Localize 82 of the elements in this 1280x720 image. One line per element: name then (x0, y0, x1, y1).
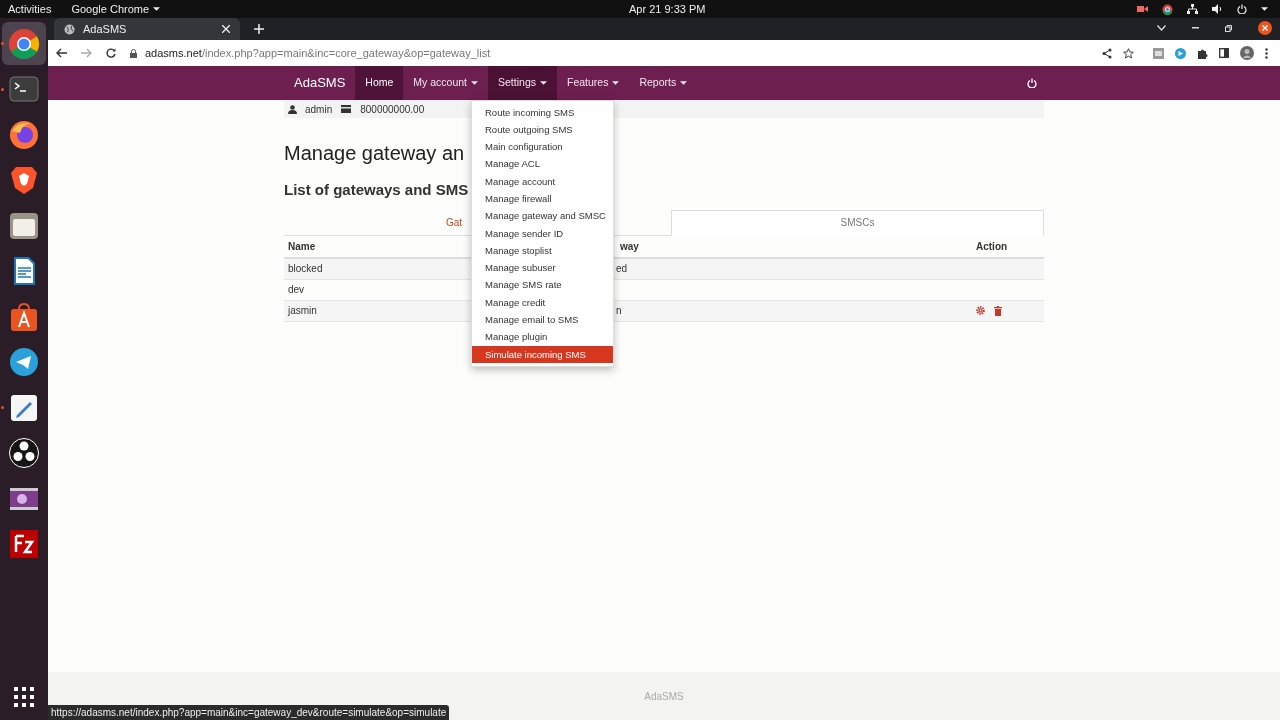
chrome-icon[interactable] (1162, 3, 1173, 15)
firefox-icon[interactable] (8, 118, 40, 151)
minimize-icon[interactable] (1192, 27, 1199, 29)
nav-item[interactable]: Settings (488, 66, 557, 100)
lock-icon (130, 48, 137, 58)
table-cell-text: dev (288, 283, 305, 297)
card-icon (341, 105, 352, 113)
column-header: Name (288, 239, 316, 254)
table-cell-text: ed (616, 262, 628, 276)
menu-item[interactable]: Manage stoplist (472, 242, 613, 260)
app-menu[interactable]: Google Chrome (71, 0, 161, 18)
menu-item[interactable]: Manage ACL (472, 155, 613, 174)
caret-icon (471, 81, 479, 85)
puzzle-icon[interactable] (1197, 47, 1208, 59)
extension-icon[interactable] (1153, 47, 1164, 59)
caret-icon (540, 81, 547, 85)
new-tab-icon[interactable] (254, 24, 264, 34)
avatar-icon[interactable] (1240, 46, 1254, 60)
filezilla-icon[interactable] (8, 528, 40, 560)
back-icon[interactable] (56, 48, 67, 58)
chevron-down-icon[interactable] (1157, 25, 1166, 31)
tab-title[interactable]: AdaSMS (83, 20, 127, 38)
app-grid-icon[interactable] (14, 687, 34, 707)
reload-icon[interactable] (106, 48, 116, 58)
page-title: Manage gateway an (284, 141, 465, 166)
menu-item[interactable]: Route incoming SMS (472, 104, 613, 122)
share-icon[interactable] (1102, 47, 1112, 59)
close-icon[interactable] (222, 25, 230, 33)
credit-balance: 800000000.00 (360, 102, 425, 117)
shopping-bag-icon[interactable] (8, 300, 40, 333)
user-icon (288, 104, 297, 114)
obs-icon[interactable] (8, 437, 40, 469)
extension-icon[interactable] (1175, 47, 1186, 59)
menu-item[interactable]: Manage credit (472, 294, 613, 312)
menu-item[interactable]: Manage subuser (472, 259, 613, 277)
paper-plane-icon[interactable] (8, 346, 40, 378)
menu-icon[interactable] (1265, 47, 1268, 59)
menu-item[interactable]: Manage firewall (472, 190, 613, 208)
caret-icon (612, 81, 620, 85)
table-cell-text: blocked (288, 262, 323, 276)
tab[interactable]: SMSCs (671, 209, 1044, 236)
menu-item[interactable]: Manage account (472, 173, 613, 191)
menu-item[interactable]: Simulate incoming SMS (472, 346, 613, 364)
nav-item[interactable]: Home (355, 66, 404, 100)
lion-icon[interactable] (8, 164, 40, 196)
camera-icon[interactable] (1137, 5, 1148, 13)
volume-icon[interactable] (1212, 4, 1223, 14)
section-title: List of gateways and SMS (284, 180, 469, 200)
star-icon[interactable] (1123, 47, 1134, 59)
network-icon[interactable] (1187, 4, 1198, 14)
nav-item[interactable]: My account (403, 66, 489, 100)
table-cell-text: jasmin (288, 304, 317, 318)
brand-link[interactable]: AdaSMS (284, 66, 356, 100)
column-header: Action (976, 239, 1008, 254)
power-icon[interactable] (1237, 4, 1247, 14)
clock[interactable]: Apr 21 9:33 PM (629, 0, 706, 18)
terminal-icon[interactable] (8, 73, 40, 105)
menu-item[interactable]: Manage plugin (472, 328, 613, 347)
menu-item[interactable]: Manage email to SMS (472, 311, 613, 329)
status-url: https://adasms.net/index.php?app=main&inc=gateway_dev&route=simulate&op=simulate (48, 705, 450, 720)
column-header: way (620, 239, 639, 254)
restore-icon[interactable] (1225, 24, 1232, 32)
menu-item[interactable]: Manage sender ID (472, 225, 613, 243)
trash-icon[interactable] (994, 305, 1002, 316)
caret-icon (153, 7, 161, 11)
gear-icon[interactable] (976, 306, 985, 315)
caret-icon (680, 81, 688, 85)
close-icon[interactable] (1258, 21, 1272, 35)
footer-text: AdaSMS (644, 689, 684, 704)
menu-item[interactable]: Main configuration (472, 138, 613, 156)
nav-item[interactable]: Reports (629, 66, 698, 100)
caret-icon[interactable] (1261, 7, 1268, 11)
table-cell-text: n (616, 304, 622, 318)
menu-item[interactable]: Manage gateway and SMSC (472, 207, 613, 226)
menu-item[interactable]: Manage SMS rate (472, 276, 613, 295)
side-panel-icon[interactable] (1219, 48, 1229, 58)
globe-icon (64, 23, 75, 35)
username: admin (305, 102, 333, 117)
chrome-icon[interactable] (8, 27, 40, 60)
menu-item[interactable]: Route outgoing SMS (472, 121, 613, 139)
nav-item[interactable]: Features (557, 66, 630, 100)
activities-button[interactable]: Activities (8, 0, 52, 18)
